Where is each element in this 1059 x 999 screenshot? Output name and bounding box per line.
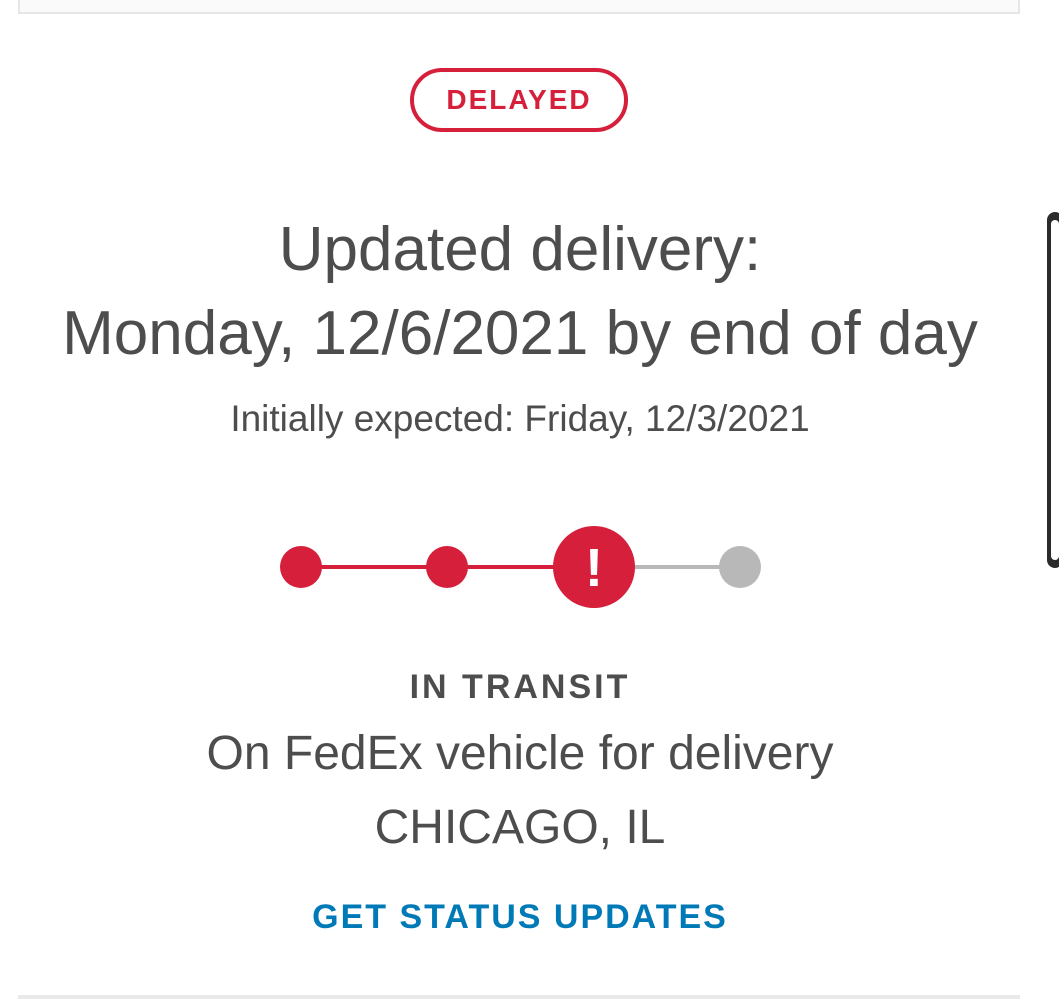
previous-card-edge [18,0,1020,14]
exclamation-icon: ! [585,538,603,598]
shipment-status-label: IN TRANSIT [409,668,631,706]
shipment-location: CHICAGO, IL [374,801,666,854]
status-badge: DELAYED [410,68,628,132]
updated-delivery-title: Updated delivery: [278,215,762,284]
initially-expected-date: Initially expected: Friday, 12/3/2021 [230,398,810,439]
shipment-status-description: On FedEx vehicle for delivery [206,727,834,780]
shipment-progress-tracker: ! [280,526,761,608]
progress-step-shipped [426,546,468,588]
scrollbar-handle[interactable] [1047,212,1059,568]
section-divider [18,995,1020,999]
progress-step-picked-up [280,546,322,588]
get-status-updates-link[interactable]: GET STATUS UPDATES [0,898,1040,937]
updated-delivery-date: Monday, 12/6/2021 by end of day [62,299,978,368]
status-badge-label: DELAYED [446,84,592,115]
progress-step-delivered [719,546,761,588]
